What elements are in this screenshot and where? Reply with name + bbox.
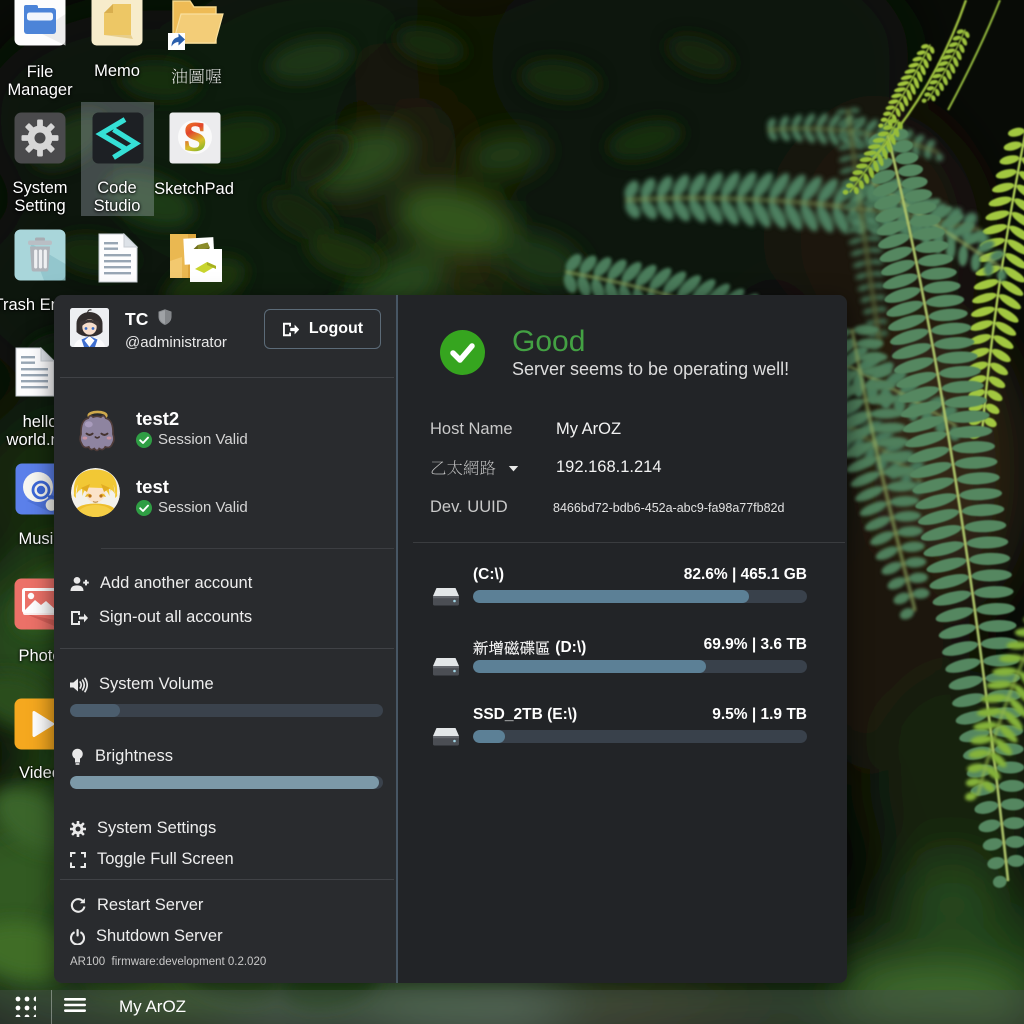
- svg-text:S: S: [184, 114, 206, 159]
